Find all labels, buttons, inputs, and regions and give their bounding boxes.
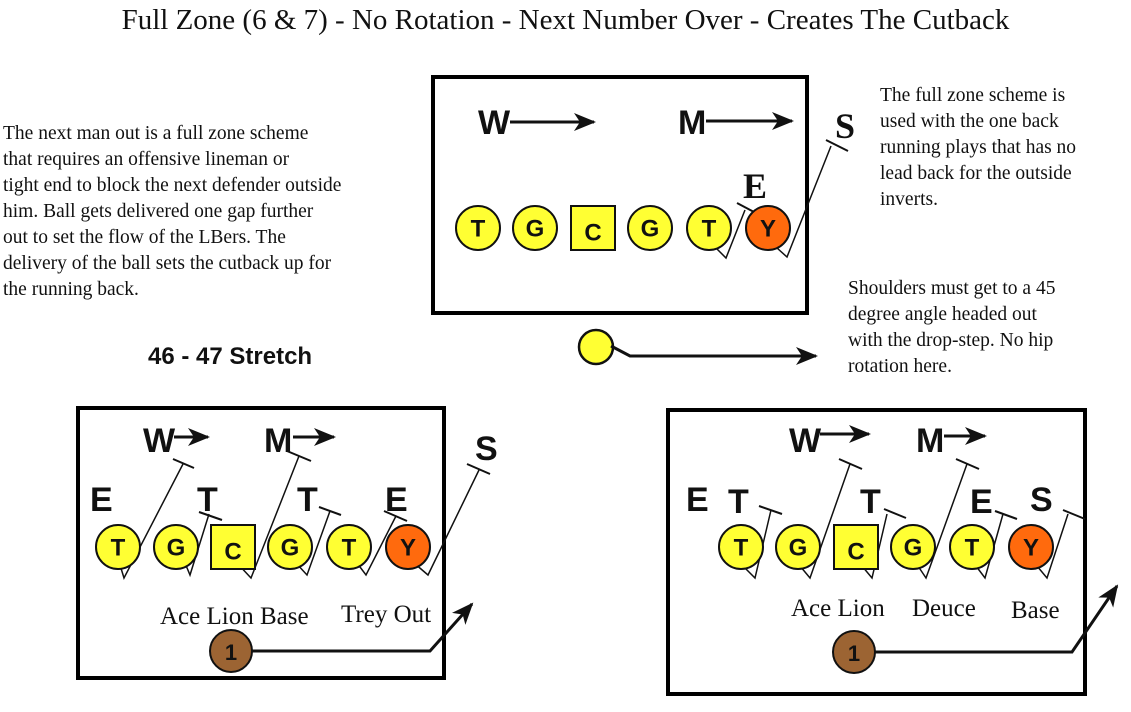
- defender-e: E: [743, 166, 767, 206]
- offensive-player-g-1-label: G: [167, 535, 186, 562]
- block-tee: [883, 508, 907, 519]
- block-tee: [318, 506, 342, 516]
- formation-label: Ace Lion Base: [160, 603, 309, 630]
- offensive-player-g-3-label: G: [281, 535, 300, 562]
- formation-label: Ace Lion: [791, 595, 885, 622]
- offensive-player-t-0-label: T: [471, 216, 486, 243]
- defender-e-left: E: [90, 481, 113, 519]
- block-tee: [955, 458, 980, 470]
- offensive-player-g-3-label: G: [641, 216, 660, 243]
- offensive-player-t-0-label: T: [734, 535, 749, 562]
- back-path-arrow: [610, 344, 818, 365]
- offensive-player-t-0-label: T: [111, 535, 126, 562]
- offensive-player-g-1-label: G: [526, 216, 545, 243]
- back-number: 1: [848, 641, 860, 666]
- block-tee: [838, 458, 863, 470]
- offensive-player-g-1-label: G: [789, 535, 808, 562]
- offensive-player-c-2-label: C: [584, 220, 601, 247]
- formation-label: Base: [1011, 597, 1060, 624]
- defender-s: S: [475, 430, 498, 468]
- offensive-player-g-3-label: G: [904, 535, 923, 562]
- play-diagrams: W M E S TGCGTY W M E T T E S TGCGTY Ace …: [76, 75, 1119, 696]
- defender-s: S: [835, 106, 855, 146]
- back-number: 1: [225, 640, 237, 665]
- defender-s: S: [1030, 481, 1053, 519]
- offensive-player-c-2-label: C: [224, 539, 241, 566]
- formation-label: Deuce: [912, 595, 976, 622]
- diagram-bottom-left: W M E T T E S TGCGTY Ace Lion Base Trey …: [76, 406, 498, 680]
- diagram-bottom-right: W M E T T E S TGCGTY Ace Lion Deuce Base…: [666, 408, 1119, 696]
- offensive-player-c-2-label: C: [847, 539, 864, 566]
- linebacker-m: M: [264, 422, 292, 460]
- defender-e-left: E: [686, 481, 709, 519]
- linebacker-m: M: [678, 104, 706, 142]
- linebacker-w: W: [789, 422, 822, 460]
- defender-e-right: E: [970, 483, 993, 521]
- offensive-player-y-5-label: Y: [760, 216, 776, 243]
- offensive-player-t-4-label: T: [702, 216, 717, 243]
- formation-label: Trey Out: [341, 601, 431, 628]
- block-tee: [172, 458, 195, 469]
- defender-t-right: T: [860, 483, 881, 521]
- offensive-player-y-5-label: Y: [1023, 535, 1039, 562]
- defender-t-left: T: [728, 483, 749, 521]
- defender-t-right: T: [297, 481, 318, 519]
- linebacker-w: W: [143, 422, 176, 460]
- diagram-top: W M E S T G C G T Y: [431, 75, 855, 366]
- running-back: [577, 328, 615, 366]
- block-tee: [994, 510, 1018, 520]
- linebacker-w: W: [478, 104, 511, 142]
- offensive-player-t-4-label: T: [965, 535, 980, 562]
- offensive-player-t-4-label: T: [342, 535, 357, 562]
- linebacker-m: M: [916, 422, 944, 460]
- offensive-player-y-5-label: Y: [400, 535, 416, 562]
